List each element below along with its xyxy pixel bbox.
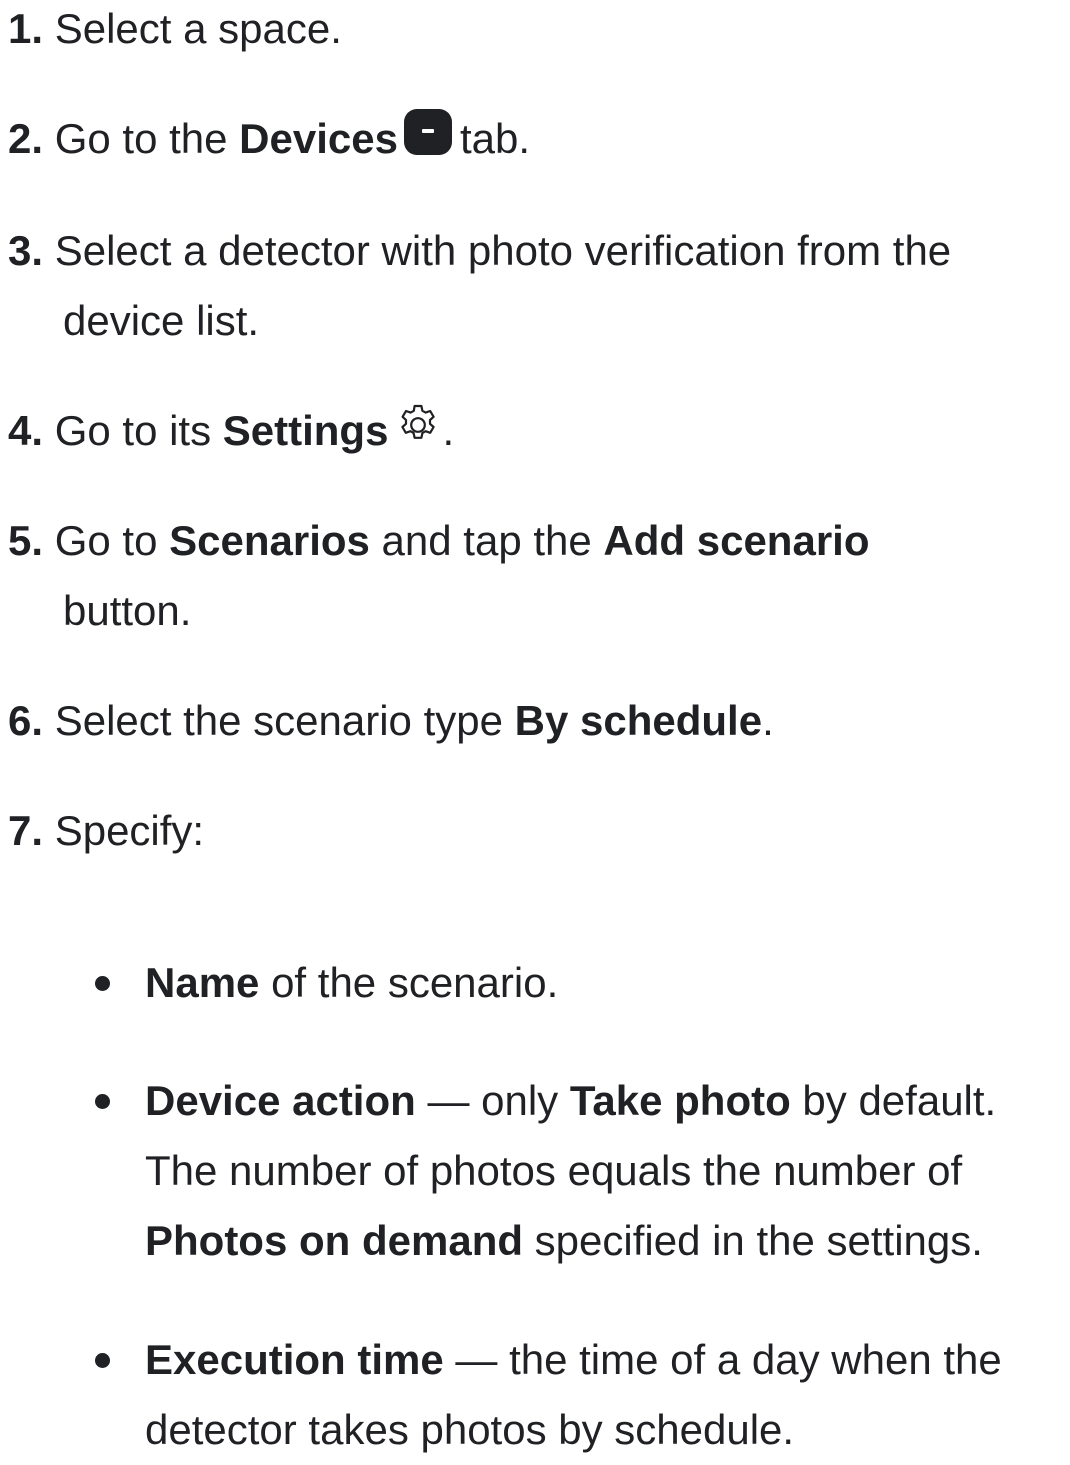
step-6: 6. Select the scenario type By schedule. xyxy=(8,686,1068,756)
step-text: Select the scenario type xyxy=(54,697,515,744)
bullet-text: Execution time — the time of a day when … xyxy=(145,1336,1002,1383)
step-text: Go to xyxy=(54,517,170,564)
step-text: Go to the xyxy=(54,115,240,162)
step-text: Select a space. xyxy=(54,5,342,52)
step-text: and tap the xyxy=(369,517,604,564)
add-scenario-label: Add scenario xyxy=(603,517,870,564)
list-item: Execution time — the time of a day when … xyxy=(95,1325,1065,1465)
devices-label: Devices xyxy=(239,115,398,162)
step-5: 5. Go to Scenarios and tap the Add scena… xyxy=(8,506,1068,646)
scenarios-label: Scenarios xyxy=(169,517,370,564)
step-text: . xyxy=(762,697,774,744)
step-text: Specify: xyxy=(54,807,205,854)
by-schedule-label: By schedule xyxy=(514,697,763,744)
bullet-text-line: Photos on demand specified in the settin… xyxy=(145,1217,983,1264)
bullet-dot xyxy=(95,1094,110,1109)
step-number: 3. xyxy=(8,227,44,274)
step-continuation: device list. xyxy=(63,297,260,344)
step-3: 3. Select a detector with photo verifica… xyxy=(8,216,1068,356)
step-text: Select a detector with photo verificatio… xyxy=(54,227,952,274)
step-7: 7. Specify: xyxy=(8,796,1068,866)
step-number: 1. xyxy=(8,5,44,52)
step-number: 6. xyxy=(8,697,44,744)
step-4: 4. Go to its Settings. xyxy=(8,396,1068,466)
bullet-dot xyxy=(95,1353,110,1368)
gear-icon xyxy=(394,400,442,448)
bullet-dot xyxy=(95,976,110,991)
settings-label: Settings xyxy=(222,407,389,454)
list-item: Device action — only Take photo by defau… xyxy=(95,1066,1065,1276)
devices-tab-icon xyxy=(403,109,452,155)
step-text: tab. xyxy=(459,115,531,162)
step-text: . xyxy=(442,407,455,454)
bullet-text-line: detector takes photos by schedule. xyxy=(145,1406,795,1453)
step-number: 4. xyxy=(8,407,44,454)
bullet-text-line: The number of photos equals the number o… xyxy=(145,1147,963,1194)
bullet-text: Name of the scenario. xyxy=(145,959,559,1006)
step-2: 2. Go to the Devices tab. xyxy=(8,104,1068,174)
step-1: 1. Select a space. xyxy=(8,0,1068,64)
step-number: 5. xyxy=(8,517,44,564)
step-number: 7. xyxy=(8,807,44,854)
list-item: Name of the scenario. xyxy=(95,948,1065,1018)
step-text: Go to its xyxy=(54,407,223,454)
bullet-text: Device action — only Take photo by defau… xyxy=(145,1077,997,1124)
step-number: 2. xyxy=(8,115,44,162)
step-continuation: button. xyxy=(63,587,192,634)
